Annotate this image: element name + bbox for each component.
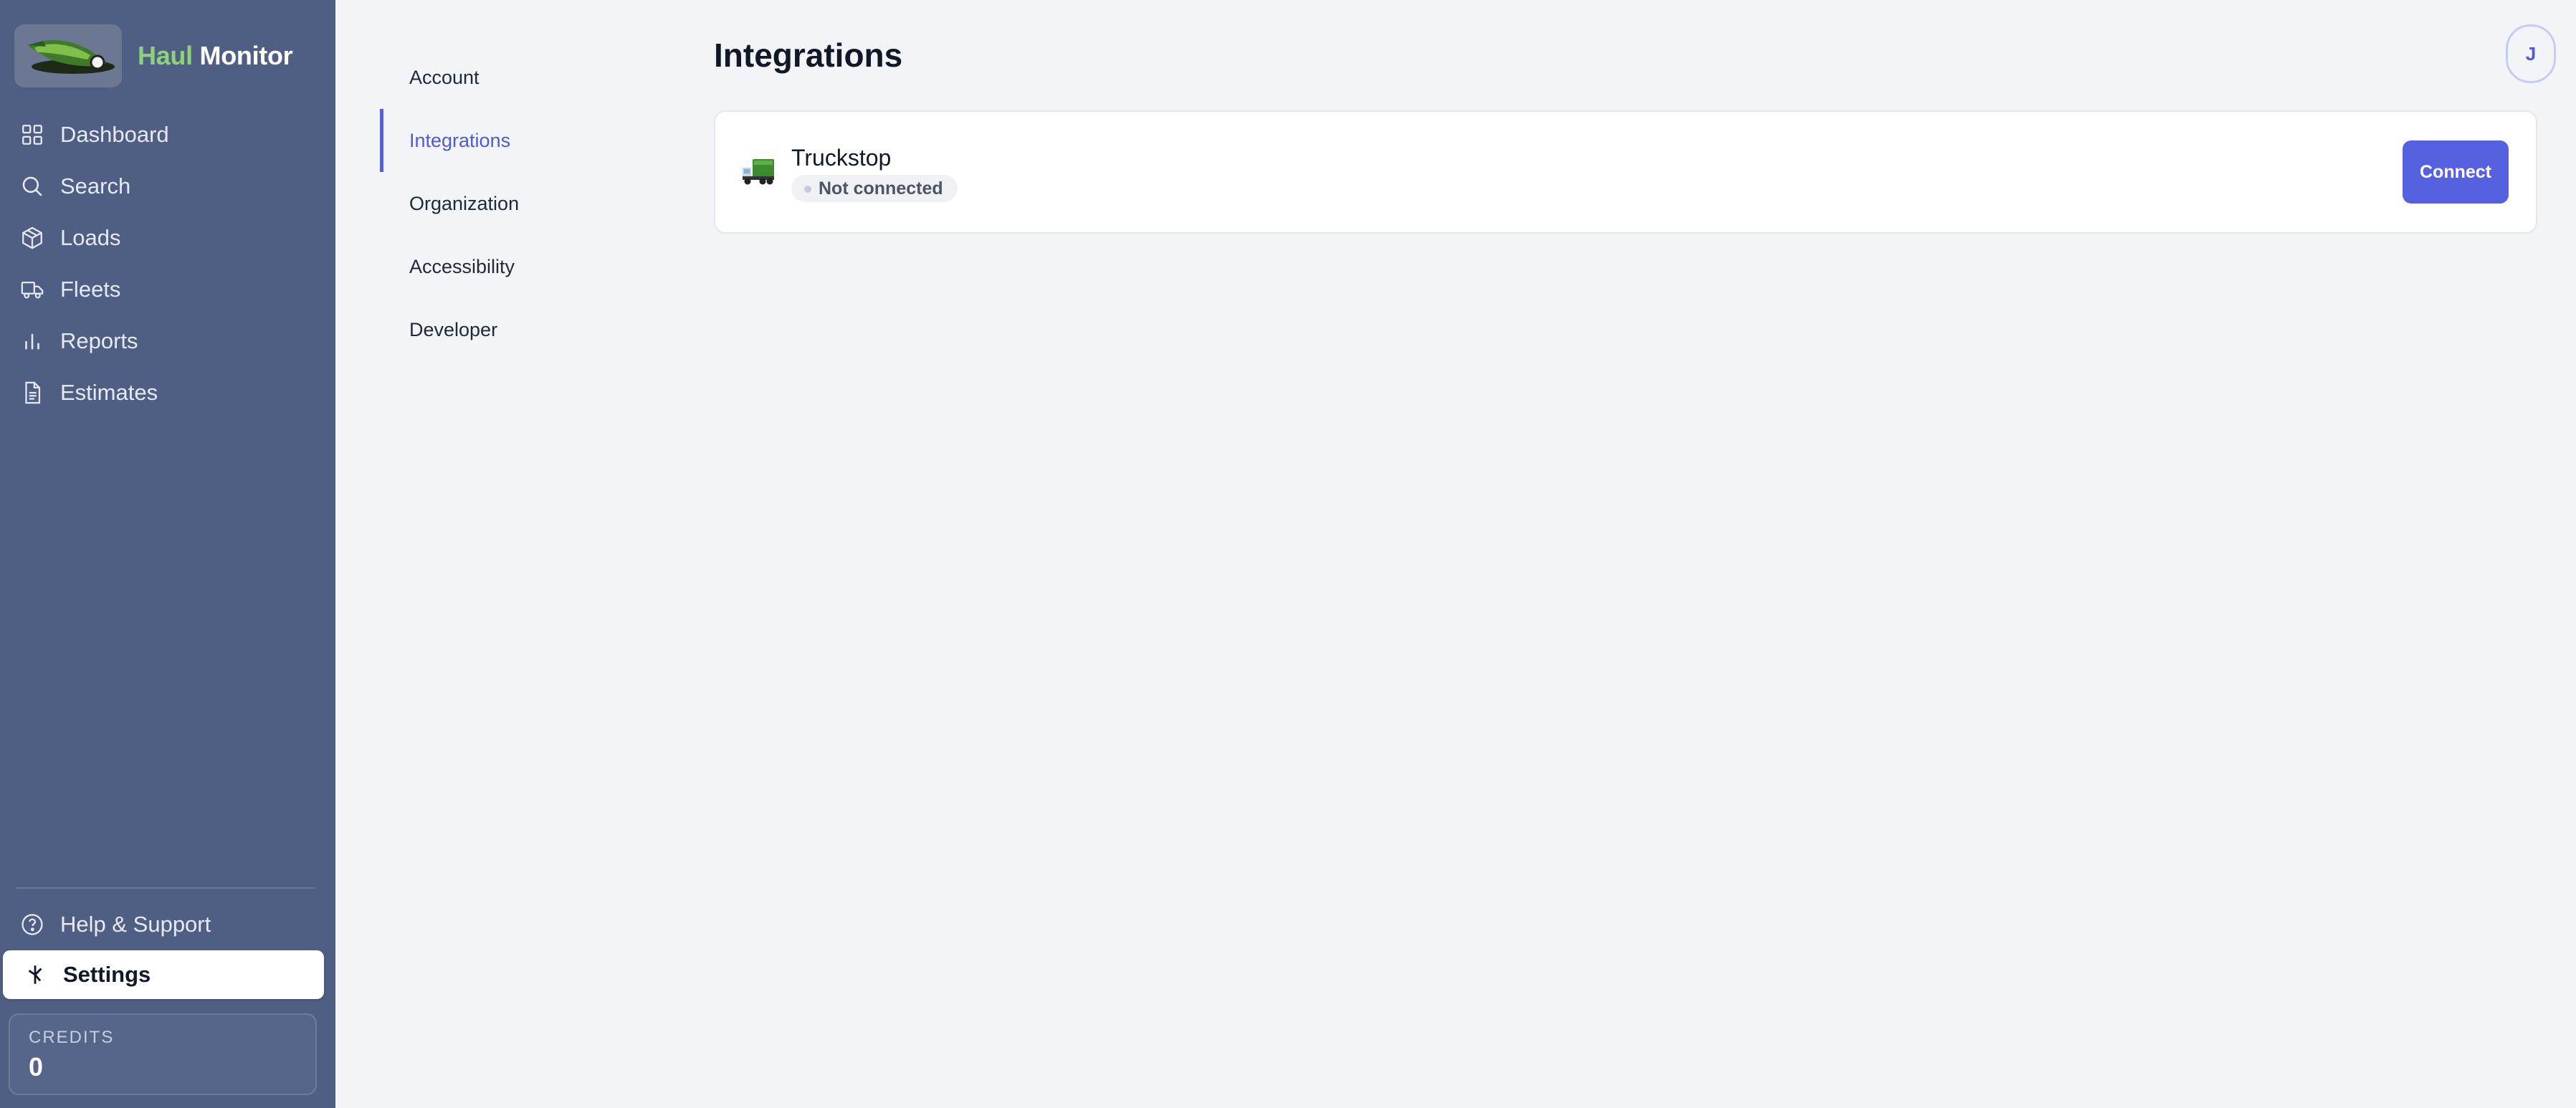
settings-nav-integrations[interactable]: Integrations — [380, 109, 652, 172]
status-badge: Not connected — [791, 175, 958, 202]
search-icon — [20, 174, 44, 199]
app-logo — [14, 24, 122, 87]
credits-box: CREDITS 0 — [9, 1013, 317, 1095]
nav-item-label: Loads — [60, 225, 121, 250]
nav-item-fleets[interactable]: Fleets — [0, 264, 335, 315]
integration-name: Truckstop — [791, 145, 892, 171]
help-circle-icon — [20, 912, 44, 937]
grid-icon — [20, 123, 44, 147]
nav-item-label: Estimates — [60, 380, 158, 405]
truck-icon — [20, 277, 44, 302]
settings-nav-organization[interactable]: Organization — [380, 172, 652, 235]
nav-item-label: Search — [60, 173, 131, 199]
nav-item-reports[interactable]: Reports — [0, 315, 335, 367]
sidebar-divider — [16, 887, 315, 889]
document-icon — [20, 381, 44, 405]
status-dot-icon — [804, 186, 811, 193]
sidebar: Haul Monitor Dashboard Search Loads Flee… — [0, 0, 335, 1108]
bottom-nav: Help & Support Settings — [0, 899, 335, 999]
status-text: Not connected — [819, 178, 943, 199]
integration-card: Truckstop Not connected Connect — [714, 110, 2537, 234]
box-icon — [20, 226, 44, 250]
nav-item-label: Help & Support — [60, 912, 211, 937]
settings-nav-account[interactable]: Account — [380, 46, 652, 109]
brand[interactable]: Haul Monitor — [14, 24, 293, 87]
credits-label: CREDITS — [29, 1028, 115, 1047]
nav-item-help-support[interactable]: Help & Support — [0, 899, 335, 950]
nav-item-label: Dashboard — [60, 122, 169, 147]
connect-button[interactable]: Connect — [2403, 140, 2509, 204]
settings-nav: Account Integrations Organization Access… — [380, 46, 652, 361]
nav-item-estimates[interactable]: Estimates — [0, 367, 335, 419]
nav-item-settings[interactable]: Settings — [3, 950, 324, 999]
nav-item-search[interactable]: Search — [0, 161, 335, 212]
brand-name-part1: Haul — [138, 41, 193, 70]
nav-item-label: Settings — [63, 962, 151, 987]
page-title: Integrations — [714, 37, 903, 74]
truck-icon — [741, 156, 776, 186]
settings-icon — [23, 963, 47, 987]
settings-nav-accessibility[interactable]: Accessibility — [380, 235, 652, 298]
bar-chart-icon — [20, 329, 44, 353]
main-nav: Dashboard Search Loads Fleets Reports Es… — [0, 109, 335, 419]
user-avatar[interactable]: J — [2506, 24, 2556, 83]
credits-value: 0 — [29, 1052, 44, 1081]
nav-item-label: Reports — [60, 328, 138, 353]
brand-name: Haul Monitor — [138, 41, 293, 71]
settings-nav-developer[interactable]: Developer — [380, 298, 652, 361]
brand-name-part2: Monitor — [199, 41, 293, 70]
nav-item-label: Fleets — [60, 277, 121, 302]
nav-item-dashboard[interactable]: Dashboard — [0, 109, 335, 161]
nav-item-loads[interactable]: Loads — [0, 212, 335, 264]
